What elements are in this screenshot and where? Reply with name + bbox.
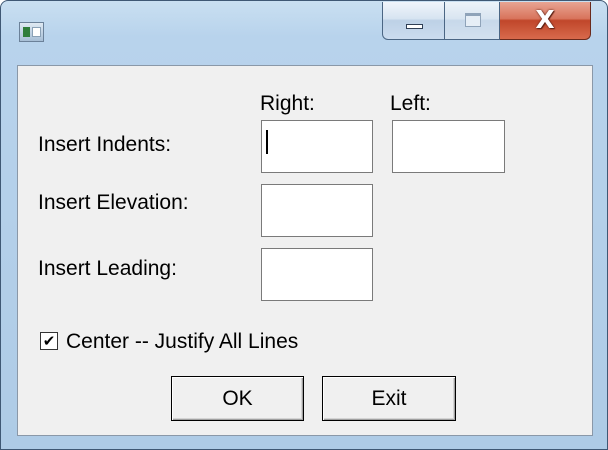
indent-right-input[interactable]: [261, 120, 373, 173]
minimize-icon: [406, 24, 423, 29]
insert-leading-label: Insert Leading:: [38, 257, 177, 280]
elevation-input[interactable]: [261, 184, 373, 237]
center-justify-label[interactable]: Center -- Justify All Lines: [66, 331, 298, 352]
text-caret: [266, 130, 268, 154]
minimize-button[interactable]: [382, 2, 445, 40]
left-column-header: Left:: [390, 92, 431, 115]
maximize-icon: [465, 13, 481, 27]
maximize-button[interactable]: [445, 2, 500, 40]
close-button[interactable]: X: [500, 2, 591, 40]
checkmark-icon: ✔: [42, 332, 56, 350]
indent-left-input[interactable]: [392, 120, 505, 173]
exit-button[interactable]: Exit: [322, 376, 456, 421]
title-bar[interactable]: X: [1, 1, 607, 65]
dialog-client-area: Right: Left: Insert Indents: Insert Elev…: [17, 65, 593, 436]
ok-button[interactable]: OK: [171, 376, 304, 421]
caption-buttons: X: [382, 2, 591, 40]
right-column-header: Right:: [260, 92, 315, 115]
app-window-icon[interactable]: [19, 22, 44, 42]
center-justify-checkbox[interactable]: ✔: [40, 332, 58, 350]
insert-indents-label: Insert Indents:: [38, 133, 172, 156]
dialog-window: X Right: Left: Insert Indents: Insert El…: [0, 0, 608, 450]
leading-input[interactable]: [261, 248, 373, 301]
insert-elevation-label: Insert Elevation:: [38, 191, 189, 214]
close-icon: X: [535, 5, 555, 34]
